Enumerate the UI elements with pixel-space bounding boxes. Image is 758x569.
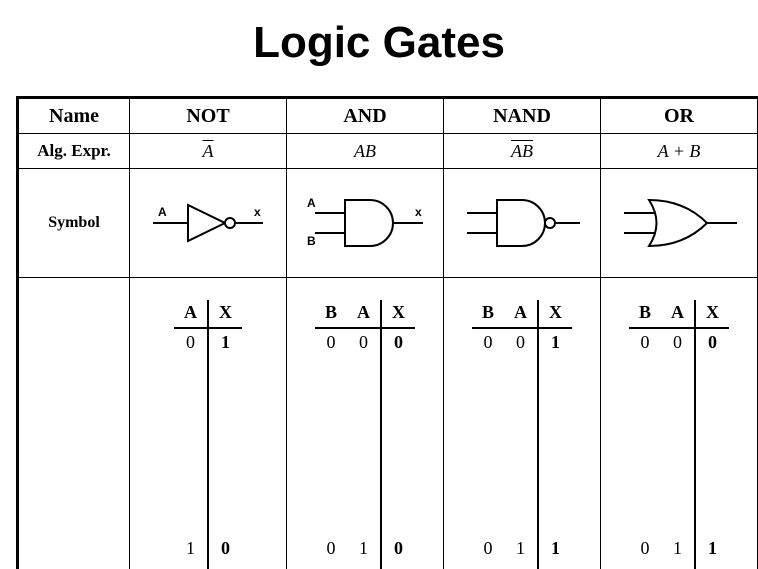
not-input-a: A (158, 205, 167, 219)
header-truth: Truth Table (18, 278, 130, 569)
gate-name-nand: NAND (444, 98, 601, 134)
symbol-nand (444, 169, 601, 278)
gates-table: Name NOT AND NAND OR Alg. Expr. A AB AB … (16, 96, 758, 569)
tt-not-h0: A (174, 300, 208, 328)
gate-name-and: AND (287, 98, 444, 134)
nand-gate-icon (452, 188, 592, 258)
gate-expr-not: A (130, 134, 287, 169)
truth-nand: B A X 001 011 101 110 (444, 278, 601, 569)
header-name: Name (18, 98, 130, 134)
and-input-a: A (307, 196, 316, 210)
truth-table-and: B A X 000 010 100 111 (315, 300, 415, 569)
not-gate-icon: A x (143, 193, 273, 253)
gate-expr-nand: AB (444, 134, 601, 169)
truth-and: B A X 000 010 100 111 (287, 278, 444, 569)
and-input-b: B (307, 234, 316, 248)
symbol-not: A x (130, 169, 287, 278)
page-title: Logic Gates (0, 0, 758, 82)
gate-expr-and: AB (287, 134, 444, 169)
gate-expr-or: A + B (601, 134, 758, 169)
symbol-and: A B x (287, 169, 444, 278)
truth-table-not: A X 0 1 1 0 (174, 300, 242, 569)
truth-or: B A X 000 011 101 111 (601, 278, 758, 569)
gate-name-not: NOT (130, 98, 287, 134)
or-gate-icon (609, 188, 749, 258)
header-expr: Alg. Expr. (18, 134, 130, 169)
truth-not: A X 0 1 1 0 (130, 278, 287, 569)
not-output: x (254, 205, 261, 219)
tt-not-h1: X (208, 300, 242, 328)
truth-table-or: B A X 000 011 101 111 (629, 300, 729, 569)
gate-name-or: OR (601, 98, 758, 134)
truth-table-nand: B A X 001 011 101 110 (472, 300, 572, 569)
and-output: x (415, 205, 422, 219)
and-gate-icon: A B x (295, 188, 435, 258)
header-symbol: Symbol (18, 169, 130, 278)
symbol-or (601, 169, 758, 278)
